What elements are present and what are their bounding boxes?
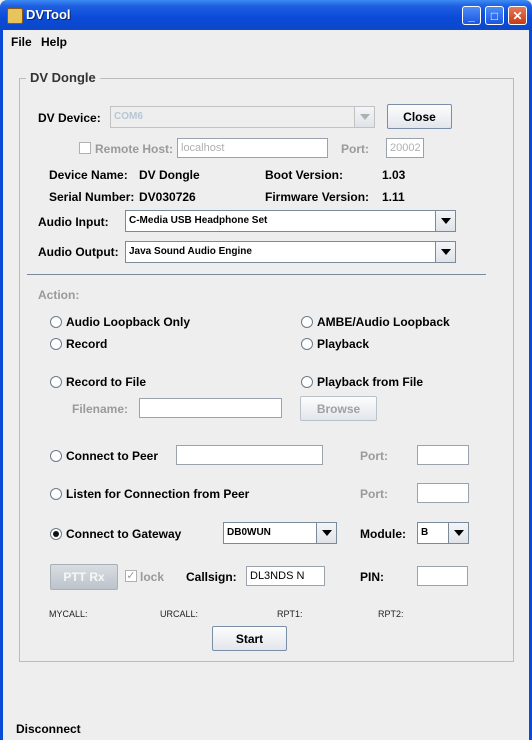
status-text: Disconnect: [16, 722, 81, 736]
title-bar[interactable]: [0, 0, 532, 30]
filename-input[interactable]: [139, 398, 282, 418]
menu-bar: [3, 30, 529, 52]
firmware-version-label: Firmware Version:: [265, 190, 370, 204]
mycall-label: MYCALL:: [49, 609, 88, 619]
chevron-down-icon: [354, 107, 374, 127]
start-button[interactable]: Start: [212, 626, 287, 651]
peer-port-input[interactable]: [417, 445, 469, 465]
callsign-input[interactable]: DL3NDS N: [246, 566, 325, 586]
serial-number-label: Serial Number:: [49, 190, 135, 204]
ambe-loopback-radio[interactable]: [301, 316, 313, 328]
audio-loopback-label[interactable]: Audio Loopback Only: [66, 315, 190, 329]
playback-label[interactable]: Playback: [317, 337, 369, 351]
filename-label: Filename:: [72, 402, 129, 416]
dv-device-select[interactable]: COM6: [110, 106, 375, 128]
chevron-down-icon: [316, 523, 336, 543]
ambe-loopback-label[interactable]: AMBE/Audio Loopback: [317, 315, 450, 329]
close-device-button[interactable]: Close: [387, 104, 452, 129]
connect-gateway-label[interactable]: Connect to Gateway: [66, 527, 181, 541]
remote-host-label: Remote Host:: [95, 142, 174, 156]
connect-peer-radio[interactable]: [50, 450, 62, 462]
audio-loopback-radio[interactable]: [50, 316, 62, 328]
chevron-down-icon: [435, 242, 455, 262]
listen-peer-radio[interactable]: [50, 488, 62, 500]
boot-version-value: 1.03: [382, 168, 406, 182]
app-icon: [7, 8, 23, 24]
connect-gateway-radio[interactable]: [50, 528, 62, 540]
firmware-version-value: 1.11: [382, 190, 405, 204]
group-title: DV Dongle: [26, 70, 100, 85]
window-title: DVTool: [26, 7, 71, 22]
maximize-button[interactable]: □: [485, 6, 504, 25]
gateway-select[interactable]: DB0WUN: [223, 522, 337, 544]
listen-port-label: Port:: [360, 487, 388, 501]
remote-host-input[interactable]: localhost: [177, 138, 328, 158]
record-to-file-label[interactable]: Record to File: [66, 375, 146, 389]
boot-version-label: Boot Version:: [265, 168, 344, 182]
menu-file[interactable]: File: [11, 35, 32, 49]
menu-help[interactable]: Help: [41, 35, 67, 49]
browse-button[interactable]: Browse: [300, 396, 377, 421]
listen-port-input[interactable]: [417, 483, 469, 503]
audio-input-label: Audio Input:: [38, 215, 109, 229]
playback-from-file-radio[interactable]: [301, 376, 313, 388]
ptt-rx-button[interactable]: PTT Rx: [50, 564, 118, 590]
audio-output-label: Audio Output:: [38, 245, 119, 259]
module-select[interactable]: B: [417, 522, 469, 544]
gateway-value: DB0WUN: [227, 527, 271, 538]
remote-port-label: Port:: [341, 142, 369, 156]
urcall-label: URCALL:: [160, 609, 199, 619]
serial-number-value: DV030726: [139, 190, 196, 204]
callsign-label: Callsign:: [186, 570, 237, 584]
record-to-file-radio[interactable]: [50, 376, 62, 388]
chevron-down-icon: [435, 211, 455, 231]
audio-input-select[interactable]: C-Media USB Headphone Set: [125, 210, 456, 232]
module-label: Module:: [360, 527, 406, 541]
dv-device-value: COM6: [114, 111, 143, 122]
pin-input[interactable]: [417, 566, 468, 586]
separator: [27, 274, 486, 275]
remote-port-input[interactable]: 20002: [386, 138, 424, 158]
lock-checkbox[interactable]: ✓: [125, 570, 137, 582]
record-radio[interactable]: [50, 338, 62, 350]
listen-peer-label[interactable]: Listen for Connection from Peer: [66, 487, 249, 501]
minimize-button[interactable]: _: [462, 6, 481, 25]
chevron-down-icon: [448, 523, 468, 543]
action-label: Action:: [38, 288, 80, 302]
playback-radio[interactable]: [301, 338, 313, 350]
rpt1-label: RPT1:: [277, 609, 303, 619]
device-name-label: Device Name:: [49, 168, 128, 182]
audio-output-value: Java Sound Audio Engine: [129, 246, 252, 257]
connect-peer-label[interactable]: Connect to Peer: [66, 449, 158, 463]
record-label[interactable]: Record: [66, 337, 107, 351]
peer-host-input[interactable]: [176, 445, 323, 465]
remote-host-checkbox[interactable]: [79, 142, 91, 154]
dv-device-label: DV Device:: [38, 111, 101, 125]
rpt2-label: RPT2:: [378, 609, 404, 619]
peer-port-label: Port:: [360, 449, 388, 463]
pin-label: PIN:: [360, 570, 384, 584]
module-value: B: [421, 527, 429, 538]
audio-output-select[interactable]: Java Sound Audio Engine: [125, 241, 456, 263]
playback-from-file-label[interactable]: Playback from File: [317, 375, 423, 389]
audio-input-value: C-Media USB Headphone Set: [129, 215, 268, 226]
device-name-value: DV Dongle: [139, 168, 200, 182]
close-window-button[interactable]: ✕: [508, 6, 527, 25]
lock-label: lock: [140, 570, 165, 584]
